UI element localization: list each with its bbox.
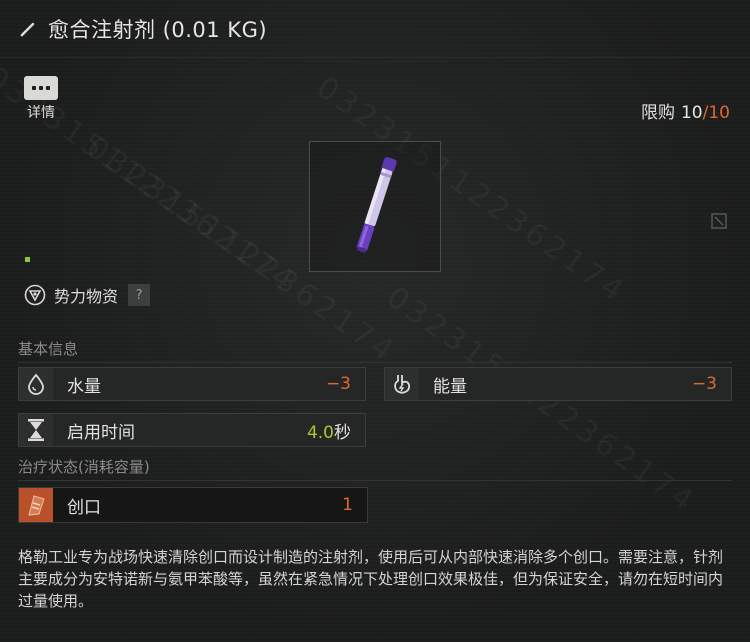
bandage-icon xyxy=(19,488,53,522)
divider xyxy=(18,362,732,363)
rarity-marker xyxy=(25,257,30,262)
title-bar: 愈合注射剂 (0.01 KG) xyxy=(0,0,750,58)
stat-label: 能量 xyxy=(433,376,467,397)
stat-energy: 能量 −3 xyxy=(384,367,732,401)
stat-label: 创口 xyxy=(67,497,101,518)
divider xyxy=(18,480,732,481)
collapse-icon[interactable] xyxy=(710,212,728,230)
stat-value: 4.0秒 xyxy=(307,418,351,443)
hourglass-icon xyxy=(19,414,53,446)
stat-water: 水量 −3 xyxy=(18,367,366,401)
stat-use-time: 启用时间 4.0秒 xyxy=(18,413,366,447)
stat-wound: 创口 1 xyxy=(18,487,368,523)
faction-resource: 势力物资 ? xyxy=(24,282,151,308)
purchase-limit-label: 限购 xyxy=(640,103,675,123)
use-time-unit: 秒 xyxy=(334,422,351,443)
injector-pen-image xyxy=(356,157,397,253)
item-title: 愈合注射剂 (0.01 KG) xyxy=(48,17,268,42)
stat-label: 水量 xyxy=(67,376,101,397)
details-label: 详情 xyxy=(27,105,55,121)
ellipsis-icon xyxy=(24,76,58,100)
purchase-limit-current: 10 xyxy=(680,103,703,123)
treatment-title: 治疗状态(消耗容量) xyxy=(18,458,150,476)
stat-value: −3 xyxy=(691,374,717,394)
use-time-number: 4.0 xyxy=(306,422,334,443)
item-image-frame xyxy=(309,141,441,272)
faction-label: 势力物资 xyxy=(54,287,119,306)
details-button[interactable]: 详情 xyxy=(22,76,60,122)
purchase-limit-max: 10 xyxy=(708,103,730,123)
pen-icon xyxy=(20,22,35,37)
help-icon[interactable]: ? xyxy=(128,284,151,306)
stat-value: 1 xyxy=(342,495,353,515)
water-drop-icon xyxy=(19,368,53,400)
faction-shield-icon xyxy=(24,284,46,306)
item-description: 格勒工业专为战场快速清除创口而设计制造的注射剂，使用后可从内部快速消除多个创口。… xyxy=(18,548,724,610)
stomach-icon xyxy=(385,368,419,400)
purchase-limit: 限购 10/10 xyxy=(641,98,730,123)
stat-label: 启用时间 xyxy=(67,422,135,443)
stat-value: −3 xyxy=(325,374,351,394)
basic-info-title: 基本信息 xyxy=(18,340,79,358)
